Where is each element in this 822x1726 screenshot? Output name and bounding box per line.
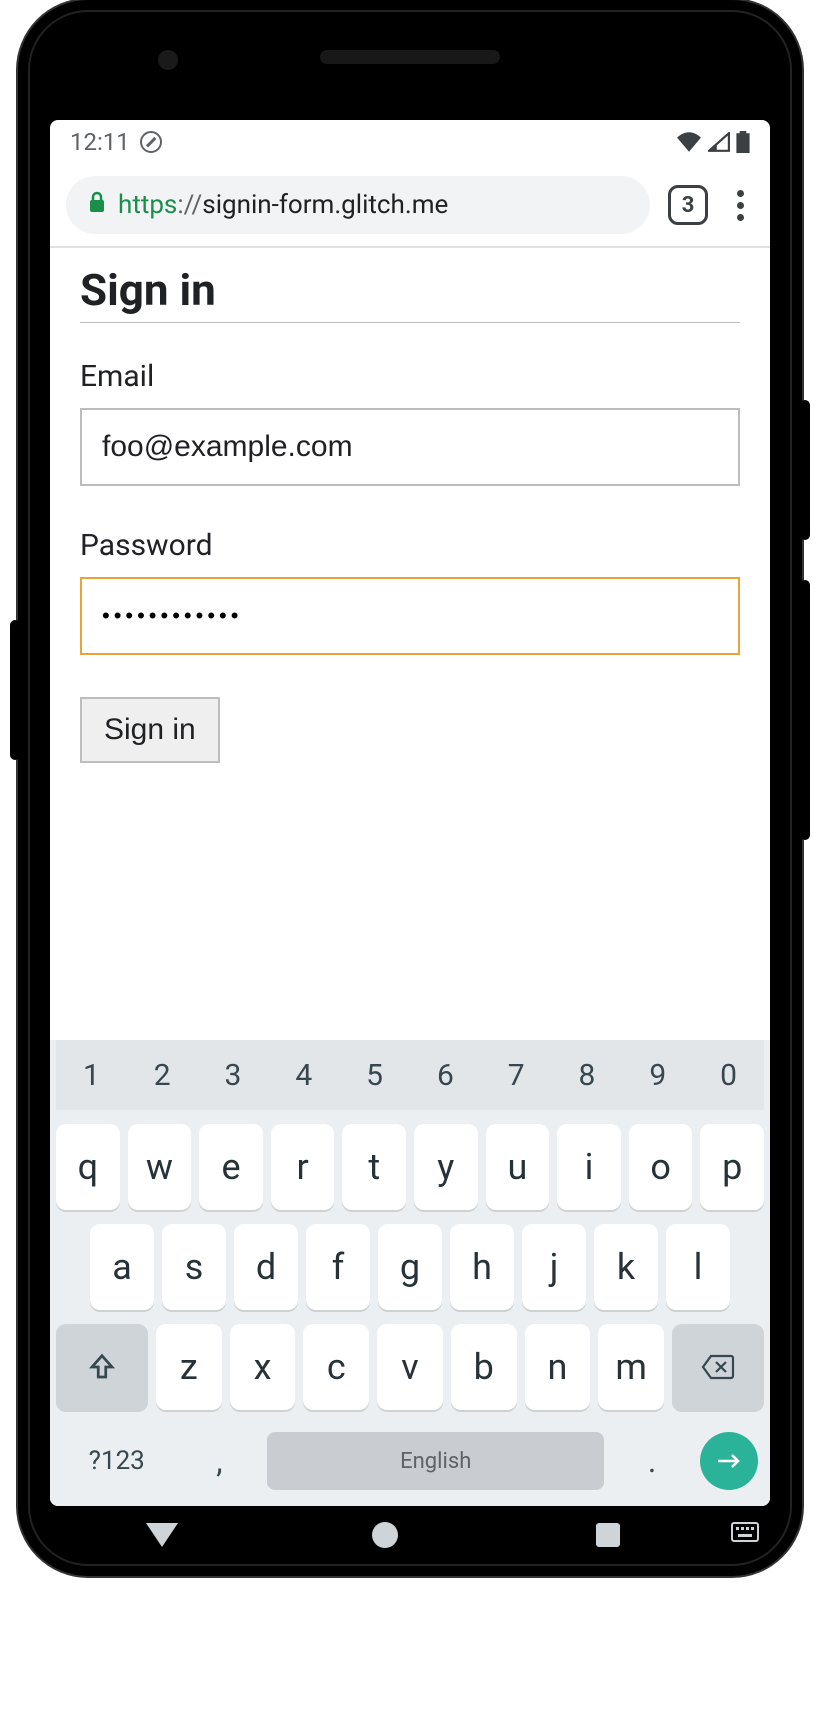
nav-home-button[interactable] xyxy=(372,1522,398,1548)
key-5[interactable]: 5 xyxy=(339,1040,410,1110)
key-w[interactable]: w xyxy=(128,1124,192,1210)
key-j[interactable]: j xyxy=(522,1224,586,1310)
browser-toolbar: https://signin-form.glitch.me 3 xyxy=(50,164,770,248)
url-scheme: https xyxy=(118,190,177,220)
key-v[interactable]: v xyxy=(377,1324,443,1410)
sign-in-button[interactable]: Sign in xyxy=(80,697,220,763)
key-p[interactable]: p xyxy=(700,1124,764,1210)
tab-switcher-button[interactable]: 3 xyxy=(668,185,708,225)
key-3[interactable]: 3 xyxy=(198,1040,269,1110)
key-b[interactable]: b xyxy=(451,1324,517,1410)
key-t[interactable]: t xyxy=(342,1124,406,1210)
cellular-icon xyxy=(708,132,730,152)
period-key[interactable]: . xyxy=(614,1426,690,1496)
key-8[interactable]: 8 xyxy=(552,1040,623,1110)
key-g[interactable]: g xyxy=(378,1224,442,1310)
screen: 12:11 https: xyxy=(50,120,770,1506)
comma-key[interactable]: , xyxy=(182,1426,258,1496)
phone-camera xyxy=(158,50,178,70)
email-field[interactable] xyxy=(80,408,740,486)
key-z[interactable]: z xyxy=(156,1324,222,1410)
key-k[interactable]: k xyxy=(594,1224,658,1310)
key-f[interactable]: f xyxy=(306,1224,370,1310)
key-1[interactable]: 1 xyxy=(56,1040,127,1110)
password-masked-value: •••••••••••• xyxy=(102,579,718,653)
keyboard-number-row: 1 2 3 4 5 6 7 8 9 0 xyxy=(56,1040,764,1110)
key-i[interactable]: i xyxy=(557,1124,621,1210)
key-a[interactable]: a xyxy=(90,1224,154,1310)
page-content: Sign in Email Password •••••••••••• Sign… xyxy=(50,248,770,1040)
key-l[interactable]: l xyxy=(666,1224,730,1310)
overflow-menu-button[interactable] xyxy=(726,190,754,221)
url-host: signin-form.glitch.me xyxy=(202,190,448,220)
key-6[interactable]: 6 xyxy=(410,1040,481,1110)
nav-back-button[interactable] xyxy=(146,1523,178,1547)
space-key-label: English xyxy=(400,1449,471,1474)
nav-recents-button[interactable] xyxy=(596,1523,620,1547)
key-2[interactable]: 2 xyxy=(127,1040,198,1110)
key-y[interactable]: y xyxy=(414,1124,478,1210)
tab-count: 3 xyxy=(682,193,695,218)
phone-frame: 12:11 https: xyxy=(18,0,802,1576)
key-s[interactable]: s xyxy=(162,1224,226,1310)
shift-key[interactable] xyxy=(56,1324,148,1410)
phone-side-button xyxy=(800,580,810,840)
phone-speaker xyxy=(320,50,500,64)
key-m[interactable]: m xyxy=(598,1324,664,1410)
wifi-icon xyxy=(676,132,702,152)
lock-icon xyxy=(88,190,106,220)
key-9[interactable]: 9 xyxy=(622,1040,693,1110)
key-n[interactable]: n xyxy=(525,1324,591,1410)
symbols-key[interactable]: ?123 xyxy=(62,1426,172,1496)
password-label: Password xyxy=(80,528,740,563)
address-bar[interactable]: https://signin-form.glitch.me xyxy=(66,176,650,234)
key-c[interactable]: c xyxy=(303,1324,369,1410)
status-bar: 12:11 xyxy=(50,120,770,164)
key-d[interactable]: d xyxy=(234,1224,298,1310)
phone-side-button xyxy=(10,620,20,760)
key-o[interactable]: o xyxy=(629,1124,693,1210)
enter-key[interactable] xyxy=(700,1432,758,1490)
key-0[interactable]: 0 xyxy=(693,1040,764,1110)
battery-icon xyxy=(736,131,750,153)
key-u[interactable]: u xyxy=(486,1124,550,1210)
space-key[interactable]: English xyxy=(267,1432,604,1490)
android-nav-bar xyxy=(50,1508,770,1562)
page-title: Sign in xyxy=(80,264,740,323)
email-label: Email xyxy=(80,359,740,394)
key-e[interactable]: e xyxy=(199,1124,263,1210)
status-time: 12:11 xyxy=(70,128,130,156)
url-separator: :// xyxy=(177,190,202,220)
password-field[interactable]: •••••••••••• xyxy=(80,577,740,655)
soft-keyboard: 1 2 3 4 5 6 7 8 9 0 q w e r t y u i o xyxy=(50,1040,770,1506)
key-r[interactable]: r xyxy=(271,1124,335,1210)
phone-side-button xyxy=(800,400,810,540)
key-x[interactable]: x xyxy=(230,1324,296,1410)
keyboard-switch-icon[interactable] xyxy=(731,1522,759,1548)
key-h[interactable]: h xyxy=(450,1224,514,1310)
do-not-disturb-icon xyxy=(140,131,162,153)
backspace-key[interactable] xyxy=(672,1324,764,1410)
key-7[interactable]: 7 xyxy=(481,1040,552,1110)
key-4[interactable]: 4 xyxy=(268,1040,339,1110)
key-q[interactable]: q xyxy=(56,1124,120,1210)
